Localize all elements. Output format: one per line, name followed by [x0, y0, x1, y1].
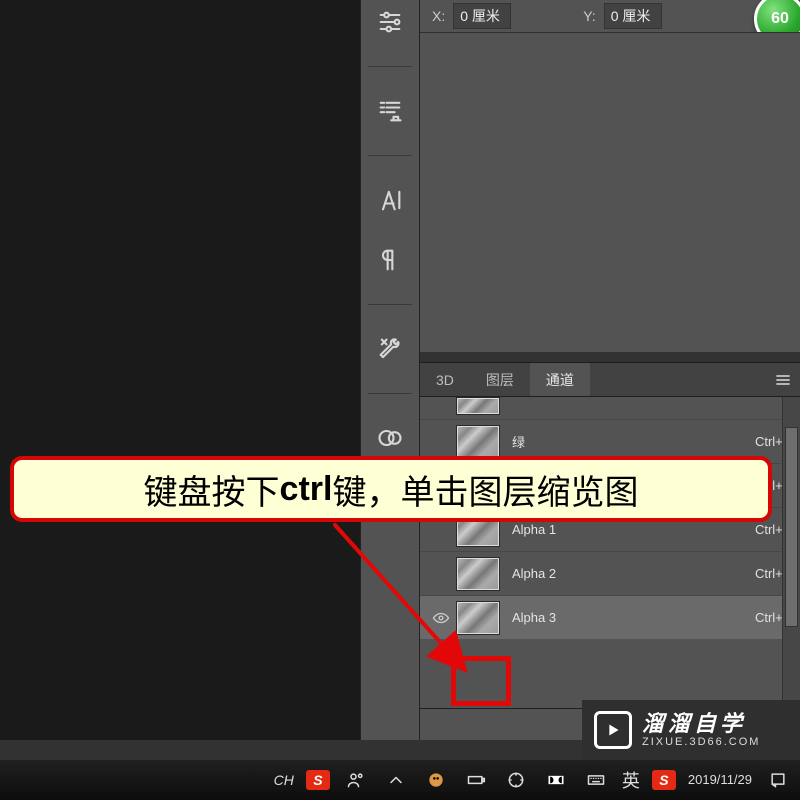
channel-name: Alpha 3 [512, 610, 755, 625]
keyboard-icon[interactable] [582, 766, 610, 794]
battery-icon[interactable] [462, 766, 490, 794]
pilcrow-icon[interactable] [374, 244, 406, 276]
watermark-sub: ZIXUE.3D66.COM [642, 736, 760, 748]
visibility-toggle[interactable] [426, 397, 456, 419]
canvas-area[interactable] [0, 0, 360, 740]
coordinates-bar: X: 0 厘米 Y: 0 厘米 [420, 0, 800, 32]
list-stamp-icon[interactable] [374, 95, 406, 127]
dolby-icon[interactable] [542, 766, 570, 794]
wrench-brush-icon[interactable] [374, 333, 406, 365]
clock-date[interactable]: 2019/11/29 [688, 773, 752, 787]
notifications-icon[interactable] [764, 766, 792, 794]
channel-name: 绿 [512, 432, 755, 451]
ime-lang2[interactable]: 英 [622, 767, 640, 793]
channel-row[interactable] [420, 397, 800, 419]
annotation-callout: 键盘按下 ctrl 键，单击图层缩览图 [10, 456, 772, 522]
date-text: 2019/11/29 [688, 773, 752, 787]
ime-lang[interactable]: CH [274, 772, 294, 788]
chevron-up-icon[interactable] [382, 766, 410, 794]
panel-tabs: 3D 图层 通道 [420, 363, 800, 397]
text-vertical-icon[interactable] [374, 184, 406, 216]
x-value-field[interactable]: 0 厘米 [453, 3, 511, 29]
watermark: 溜溜自学 ZIXUE.3D66.COM [582, 700, 800, 760]
channel-thumbnail[interactable] [456, 425, 500, 459]
scrollbar[interactable] [782, 397, 800, 708]
people-icon[interactable] [342, 766, 370, 794]
visibility-toggle[interactable] [426, 552, 456, 595]
creative-cloud-icon[interactable] [374, 422, 406, 454]
separator [368, 393, 412, 394]
properties-panel [420, 32, 800, 352]
x-label: X: [432, 8, 445, 24]
channel-row[interactable]: Alpha 3 Ctrl+9 [420, 595, 800, 639]
annotation-text-after: 键，单击图层缩览图 [332, 465, 638, 514]
tab-channels[interactable]: 通道 [530, 363, 590, 396]
tab-3d[interactable]: 3D [420, 363, 470, 396]
sogou-icon[interactable]: S [652, 770, 676, 790]
sound-icon[interactable] [502, 766, 530, 794]
channel-name: Alpha 2 [512, 566, 755, 581]
channel-thumbnail[interactable] [456, 397, 500, 415]
separator [368, 304, 412, 305]
channel-thumbnail[interactable] [456, 601, 500, 635]
tools-toolbar [360, 0, 420, 740]
tab-layers[interactable]: 图层 [470, 363, 530, 396]
channel-name: Alpha 1 [512, 522, 755, 537]
app-icon[interactable] [422, 766, 450, 794]
channel-row[interactable]: Alpha 2 Ctrl+8 [420, 551, 800, 595]
channels-panel: 3D 图层 通道 绿 Ctrl+4 蓝 拷贝 Ctrl+6 [420, 362, 800, 740]
y-value-field[interactable]: 0 厘米 [604, 3, 662, 29]
y-label: Y: [583, 8, 595, 24]
annotation-text-before: 键盘按下 [144, 465, 280, 514]
channel-thumbnail[interactable] [456, 557, 500, 591]
sliders-icon[interactable] [374, 6, 406, 38]
sogou-icon[interactable]: S [306, 770, 330, 790]
scrollbar-thumb[interactable] [785, 427, 798, 627]
panel-menu-icon[interactable] [774, 371, 792, 394]
channel-list: 绿 Ctrl+4 蓝 拷贝 Ctrl+6 Alpha 1 Ctrl+7 Alph… [420, 397, 800, 708]
annotation-text-bold: ctrl [280, 470, 333, 509]
separator [368, 66, 412, 67]
watermark-title: 溜溜自学 [642, 712, 760, 736]
visibility-toggle[interactable] [426, 596, 456, 639]
separator [368, 155, 412, 156]
play-icon [594, 711, 632, 749]
taskbar: CH S 英 S 2019/11/29 [0, 760, 800, 800]
